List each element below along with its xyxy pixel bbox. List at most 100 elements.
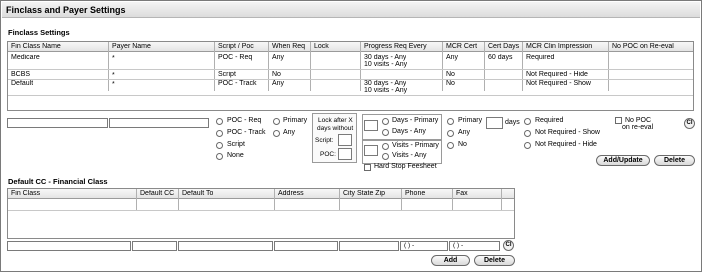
progress-days-input[interactable]: [364, 120, 378, 131]
days-any-radio[interactable]: [382, 129, 389, 136]
lock-script-input[interactable]: [338, 134, 352, 146]
visits-any-label: Visits - Any: [392, 152, 427, 159]
when-primary-label: Primary: [283, 117, 308, 124]
col-mcr-clin-impression[interactable]: MCR Clin Impression: [524, 43, 592, 51]
when-any-radio[interactable]: [273, 130, 280, 137]
clin-not-required-hide-radio[interactable]: [524, 142, 531, 149]
no-poc-reeval-checkbox[interactable]: [615, 117, 622, 124]
col-address[interactable]: Address: [276, 190, 304, 198]
finclass-grid[interactable]: Fin Class Name Payer Name Script / Poc W…: [7, 41, 694, 111]
mcr-any-label: Any: [458, 129, 471, 136]
cc-default-cc-input[interactable]: [132, 241, 177, 251]
default-cc-grid-header: [8, 189, 514, 199]
col-divider: [214, 42, 215, 91]
col-no-poc-reeval[interactable]: No POC on Re-eval: [610, 43, 674, 51]
col-divider: [360, 42, 361, 91]
lock-label-line2: days without: [317, 125, 354, 132]
cc-address-input[interactable]: [274, 241, 338, 251]
col-mcr-cert[interactable]: MCR Cert: [444, 43, 477, 51]
finclass-clear-button[interactable]: Cl: [684, 118, 695, 129]
col-divider: [268, 42, 269, 91]
col-fax[interactable]: Fax: [454, 190, 468, 198]
fin-class-input[interactable]: [7, 118, 108, 128]
row2-mcr-cert[interactable]: No: [444, 71, 455, 79]
cc-add-button[interactable]: Add: [431, 255, 470, 266]
lock-poc-label: POC:: [320, 151, 336, 158]
row3-payer[interactable]: *: [110, 81, 115, 89]
col-fin-class[interactable]: Fin Class: [9, 190, 40, 198]
row3-fin-class[interactable]: Default: [9, 80, 33, 88]
hard-stop-checkbox[interactable]: [364, 164, 371, 171]
clin-not-required-show-label: Not Required - Show: [535, 129, 600, 136]
cc-clear-button[interactable]: Cl: [503, 240, 514, 251]
days-any-label: Days - Any: [392, 128, 426, 135]
row3-clin-impression[interactable]: Not Required - Show: [524, 80, 591, 88]
days-primary-radio[interactable]: [382, 118, 389, 125]
col-default-cc[interactable]: Default CC: [138, 190, 174, 198]
no-poc-label-line2: on re-eval: [622, 124, 654, 131]
add-update-button[interactable]: Add/Update: [596, 155, 650, 166]
row2-fin-class[interactable]: BCBS: [9, 71, 30, 79]
script-poc-track-radio[interactable]: [216, 130, 223, 137]
col-divider: [136, 189, 137, 211]
finclass-delete-button[interactable]: Delete: [654, 155, 695, 166]
script-script-radio[interactable]: [216, 142, 223, 149]
mcr-primary-radio[interactable]: [447, 118, 454, 125]
col-divider: [310, 42, 311, 91]
col-divider: [274, 189, 275, 211]
col-when-req[interactable]: When Req: [270, 43, 305, 51]
settings-window: Finclass and Payer Settings Finclass Set…: [0, 0, 702, 272]
cc-fax-input[interactable]: ( ) -: [449, 241, 500, 251]
row1-script-poc[interactable]: POC - Req: [216, 54, 252, 62]
cc-default-to-input[interactable]: [178, 241, 273, 251]
mcr-no-label: No: [458, 141, 467, 148]
row1-fin-class[interactable]: Medicare: [9, 54, 40, 62]
row2-when-req[interactable]: No: [270, 71, 281, 79]
cc-phone-input[interactable]: ( ) -: [400, 241, 448, 251]
row1-mcr-cert[interactable]: Any: [444, 54, 458, 62]
lock-label-line1: Lock after X: [318, 117, 353, 124]
clin-not-required-show-radio[interactable]: [524, 130, 531, 137]
row2-clin-impression[interactable]: Not Required - Hide: [524, 71, 588, 79]
script-none-radio[interactable]: [216, 153, 223, 160]
script-poc-req-radio[interactable]: [216, 118, 223, 125]
col-city-state-zip[interactable]: City State Zip: [341, 190, 385, 198]
default-cc-section-title: Default CC - Financial Class: [8, 177, 108, 186]
col-phone[interactable]: Phone: [403, 190, 425, 198]
col-payer-name[interactable]: Payer Name: [110, 43, 151, 51]
when-primary-radio[interactable]: [273, 118, 280, 125]
mcr-no-radio[interactable]: [447, 142, 454, 149]
cc-fin-class-input[interactable]: [7, 241, 131, 251]
col-default-to[interactable]: Default To: [180, 190, 213, 198]
cert-days-input[interactable]: [486, 117, 503, 129]
mcr-any-radio[interactable]: [447, 130, 454, 137]
row3-when-req[interactable]: Any: [270, 80, 284, 88]
col-divider: [608, 42, 609, 91]
clin-required-radio[interactable]: [524, 118, 531, 125]
visits-primary-radio[interactable]: [382, 143, 389, 150]
payer-input[interactable]: [109, 118, 209, 128]
lock-poc-input[interactable]: [338, 148, 352, 160]
row1-payer[interactable]: *: [110, 55, 115, 63]
row1-clin-impression[interactable]: Required: [524, 54, 554, 62]
col-progress-req[interactable]: Progress Req Every: [362, 43, 427, 51]
script-poc-track-label: POC - Track: [227, 129, 266, 136]
default-cc-grid[interactable]: Fin Class Default CC Default To Address …: [7, 188, 515, 239]
progress-days-group: Days - Primary Days - Any: [362, 114, 442, 140]
progress-visits-input[interactable]: [364, 145, 378, 156]
row3-progress-visits[interactable]: 10 visits - Any: [362, 87, 407, 95]
row3-script-poc[interactable]: POC - Track: [216, 80, 257, 88]
col-lock[interactable]: Lock: [312, 43, 329, 51]
cc-delete-button[interactable]: Delete: [474, 255, 515, 266]
cc-city-state-zip-input[interactable]: [339, 241, 399, 251]
row3-mcr-cert[interactable]: No: [444, 80, 455, 88]
row1-when-req[interactable]: Any: [270, 54, 284, 62]
col-fin-class-name[interactable]: Fin Class Name: [9, 43, 61, 51]
visits-any-radio[interactable]: [382, 153, 389, 160]
col-script-poc[interactable]: Script / Poc: [216, 43, 254, 51]
row1-cert-days[interactable]: 60 days: [486, 54, 513, 62]
row2-script-poc[interactable]: Script: [216, 71, 236, 79]
window-title: Finclass and Payer Settings: [2, 2, 700, 18]
col-cert-days[interactable]: Cert Days: [486, 43, 519, 51]
row1-progress-visits[interactable]: 10 visits - Any: [362, 61, 407, 69]
